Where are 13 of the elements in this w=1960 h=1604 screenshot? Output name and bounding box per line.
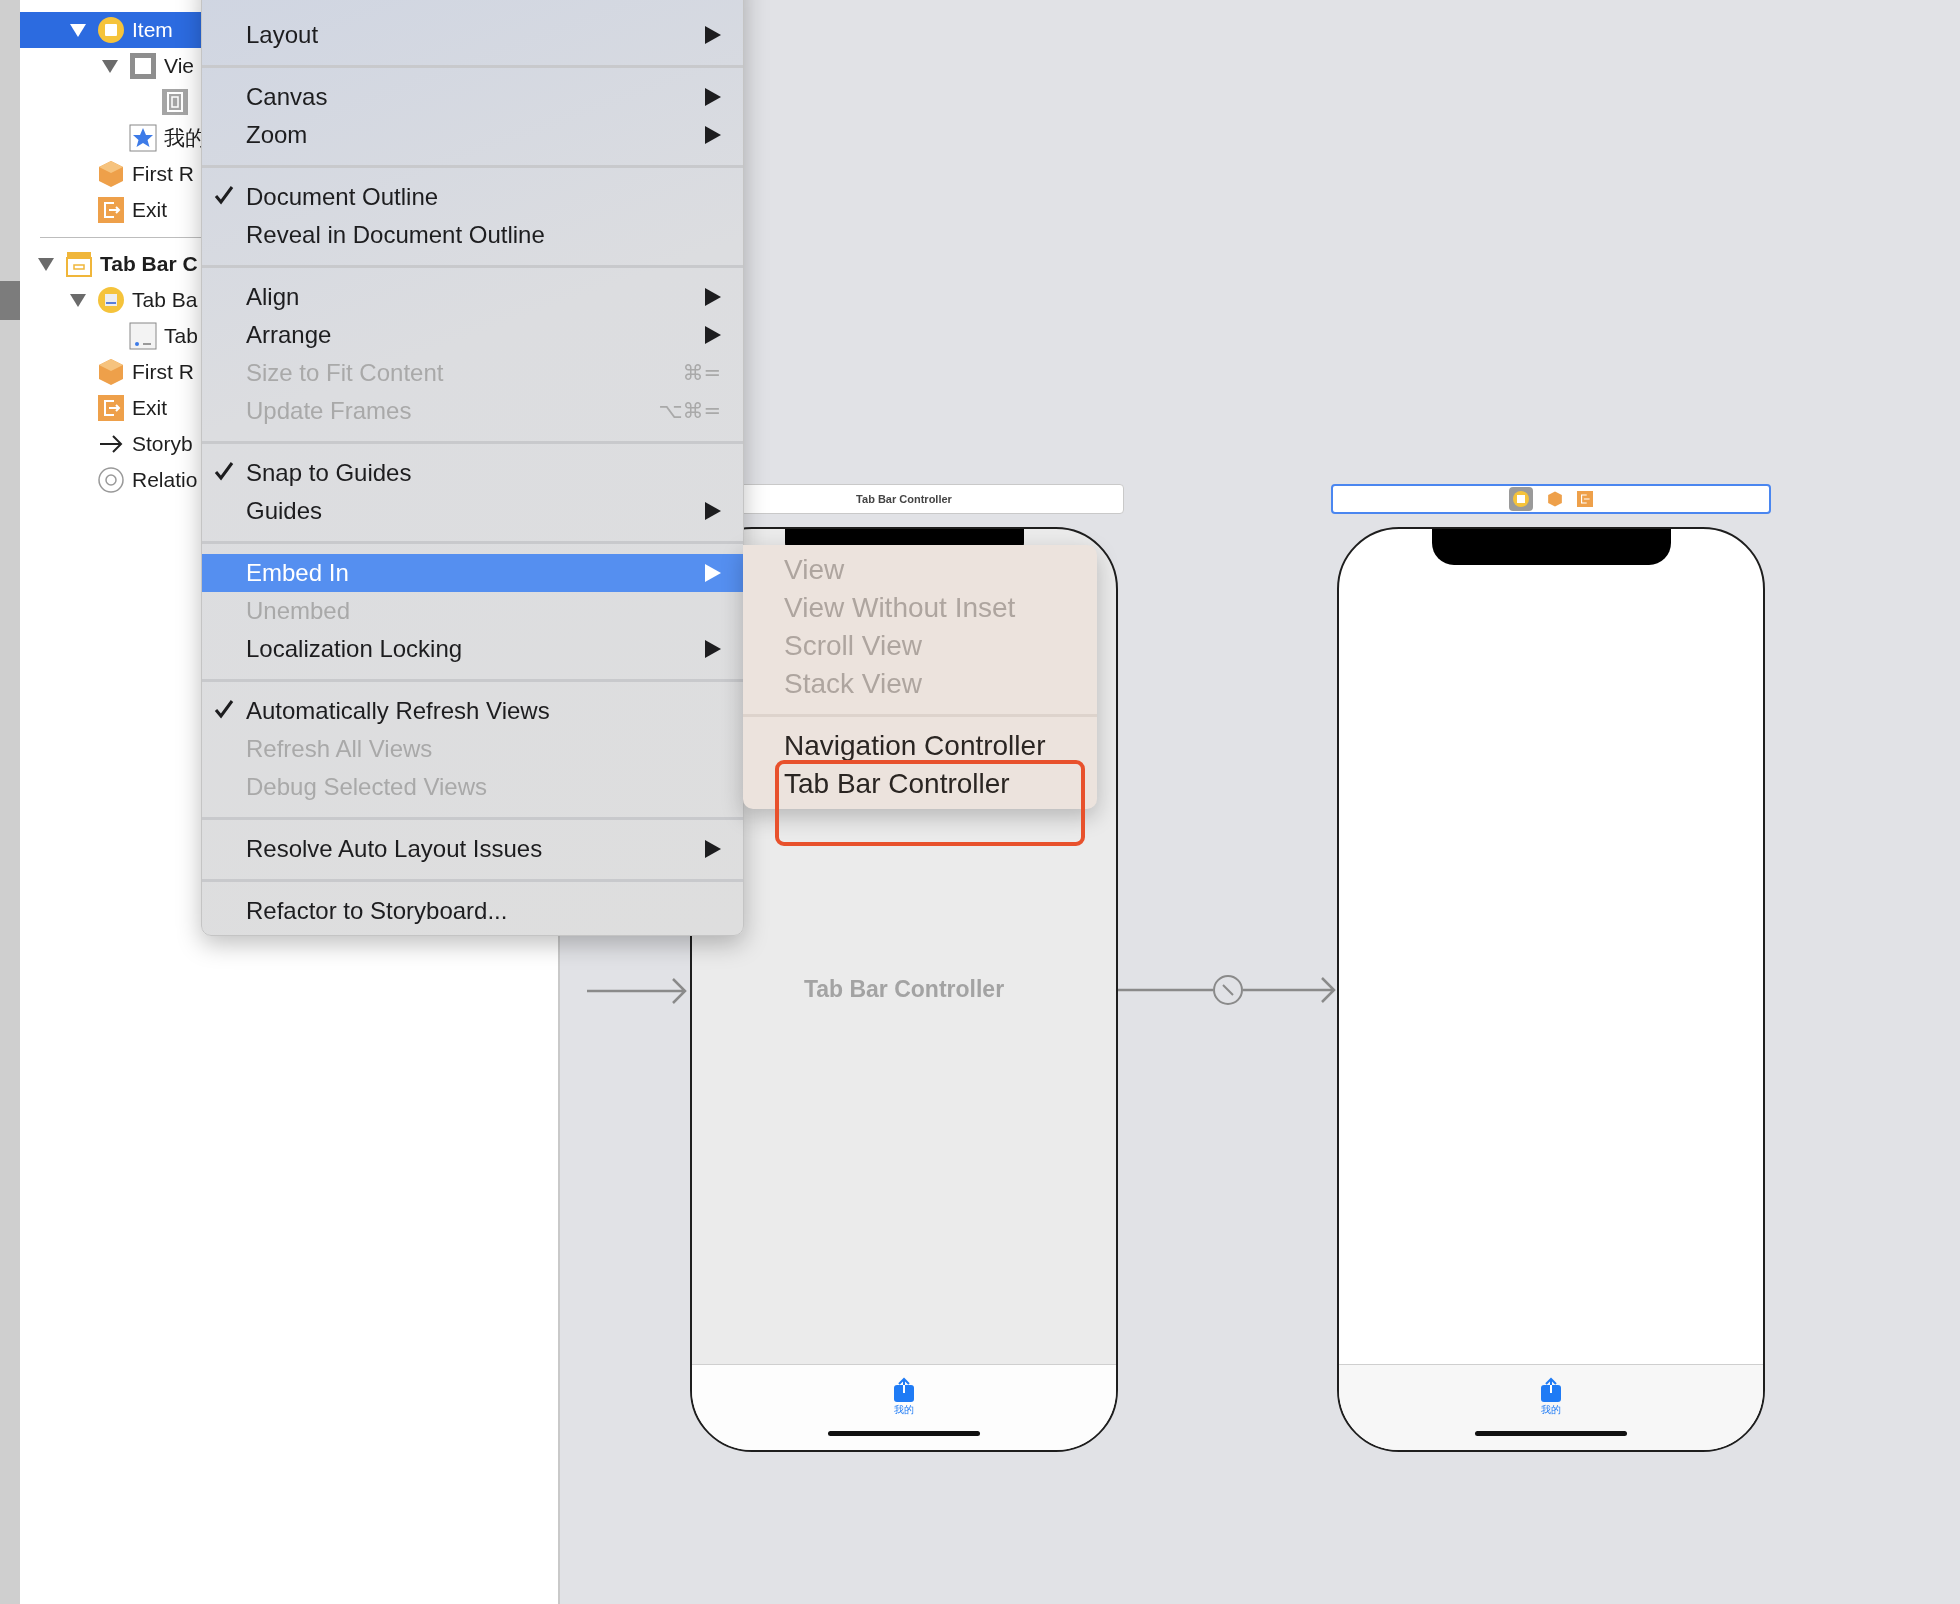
outline-label: Storyb bbox=[132, 432, 193, 456]
outline-label: Vie bbox=[164, 54, 194, 78]
outline-label: Exit bbox=[132, 396, 167, 420]
outline-label: First R bbox=[132, 360, 194, 384]
outline-label: Exit bbox=[132, 198, 167, 222]
outline-label: Tab Ba bbox=[132, 288, 198, 312]
outline-label: Relatio bbox=[132, 468, 198, 492]
outline-label: Tab bbox=[164, 324, 198, 348]
outline-label: First R bbox=[132, 162, 194, 186]
scene-title: Tab Bar Controller bbox=[856, 493, 952, 505]
outline-label: Item bbox=[132, 18, 173, 42]
outline-label: Tab Bar C bbox=[100, 252, 198, 276]
scene-label: Tab Bar Controller bbox=[803, 976, 1005, 1003]
